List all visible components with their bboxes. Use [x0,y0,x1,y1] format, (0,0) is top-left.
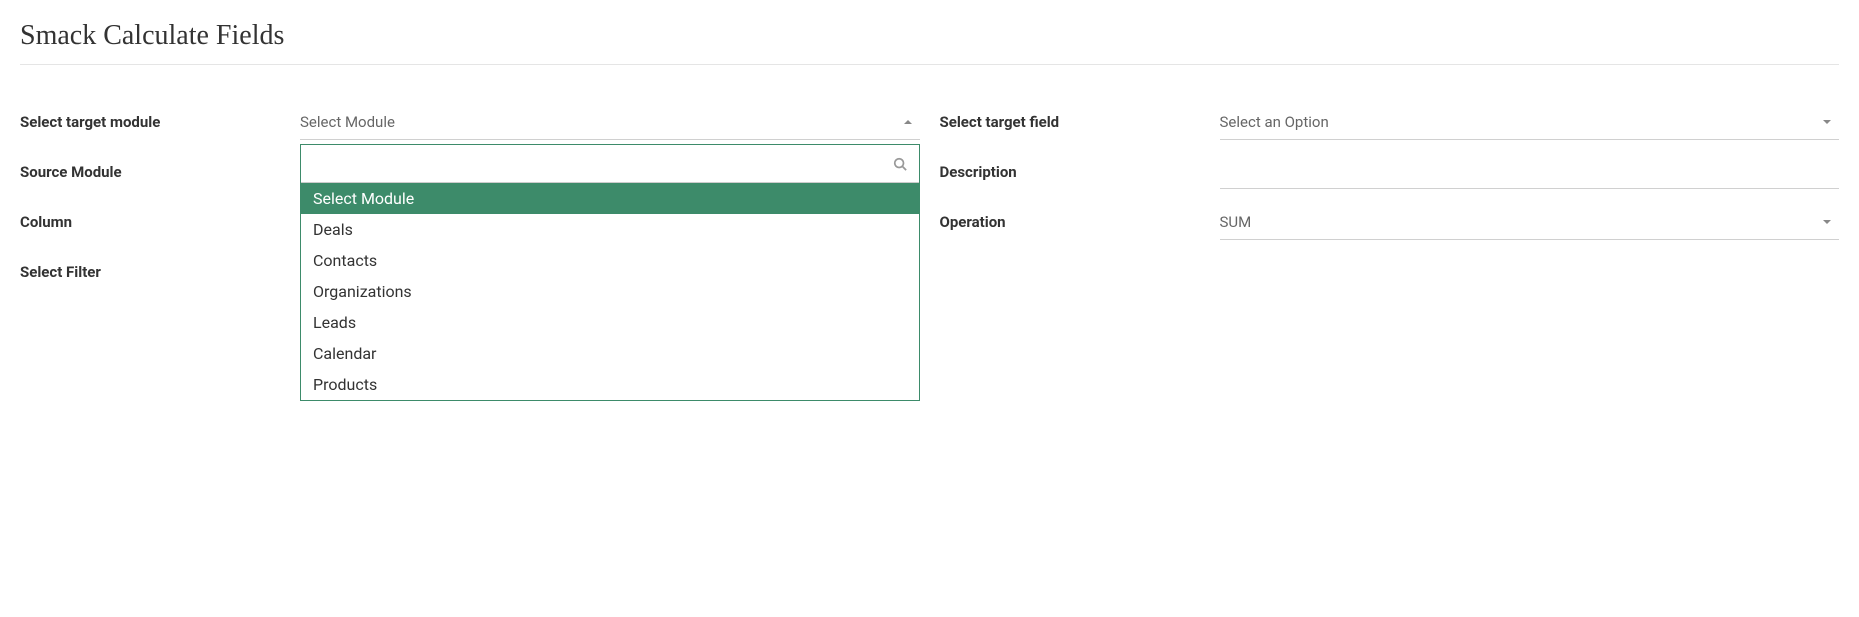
dropdown-option-deals[interactable]: Deals [301,214,919,245]
label-select-filter: Select Filter [20,255,300,281]
row-target-module: Select target module Select Module [20,105,920,147]
dropdown-search-wrap [301,145,919,183]
target-field-control: Select an Option [1220,105,1840,140]
chevron-up-icon [904,120,912,124]
target-field-select[interactable]: Select an Option [1220,105,1840,140]
dropdown-option-products[interactable]: Products [301,369,919,400]
target-module-placeholder: Select Module [300,113,395,131]
description-control [1220,155,1840,189]
chevron-down-icon [1823,120,1831,124]
row-operation: Operation SUM [940,205,1840,247]
label-description: Description [940,155,1220,181]
search-icon [893,157,907,171]
operation-control: SUM [1220,205,1840,240]
row-target-field: Select target field Select an Option [940,105,1840,147]
dropdown-option-organizations[interactable]: Organizations [301,276,919,307]
label-target-module: Select target module [20,105,300,131]
dropdown-search-input[interactable] [301,145,919,182]
dropdown-list[interactable]: Select Module Deals Contacts Organizatio… [301,183,919,400]
description-input[interactable] [1220,155,1840,189]
left-column: Select target module Select Module [20,105,920,297]
target-field-placeholder: Select an Option [1220,113,1329,131]
right-column: Select target field Select an Option Des… [940,105,1840,297]
dropdown-option-leads[interactable]: Leads [301,307,919,338]
label-column: Column [20,205,300,231]
label-operation: Operation [940,205,1220,231]
label-source-module: Source Module [20,155,300,181]
chevron-down-icon [1823,220,1831,224]
operation-select[interactable]: SUM [1220,205,1840,240]
row-description: Description [940,155,1840,197]
label-target-field: Select target field [940,105,1220,131]
target-module-select[interactable]: Select Module [300,105,920,140]
form-container: Select target module Select Module [20,105,1839,297]
page-title: Smack Calculate Fields [20,20,1839,65]
dropdown-option-select-module[interactable]: Select Module [301,183,919,214]
dropdown-option-calendar[interactable]: Calendar [301,338,919,369]
target-module-control: Select Module Select Module Deals [300,105,920,140]
dropdown-option-contacts[interactable]: Contacts [301,245,919,276]
operation-value: SUM [1220,213,1252,231]
target-module-dropdown: Select Module Deals Contacts Organizatio… [300,144,920,401]
